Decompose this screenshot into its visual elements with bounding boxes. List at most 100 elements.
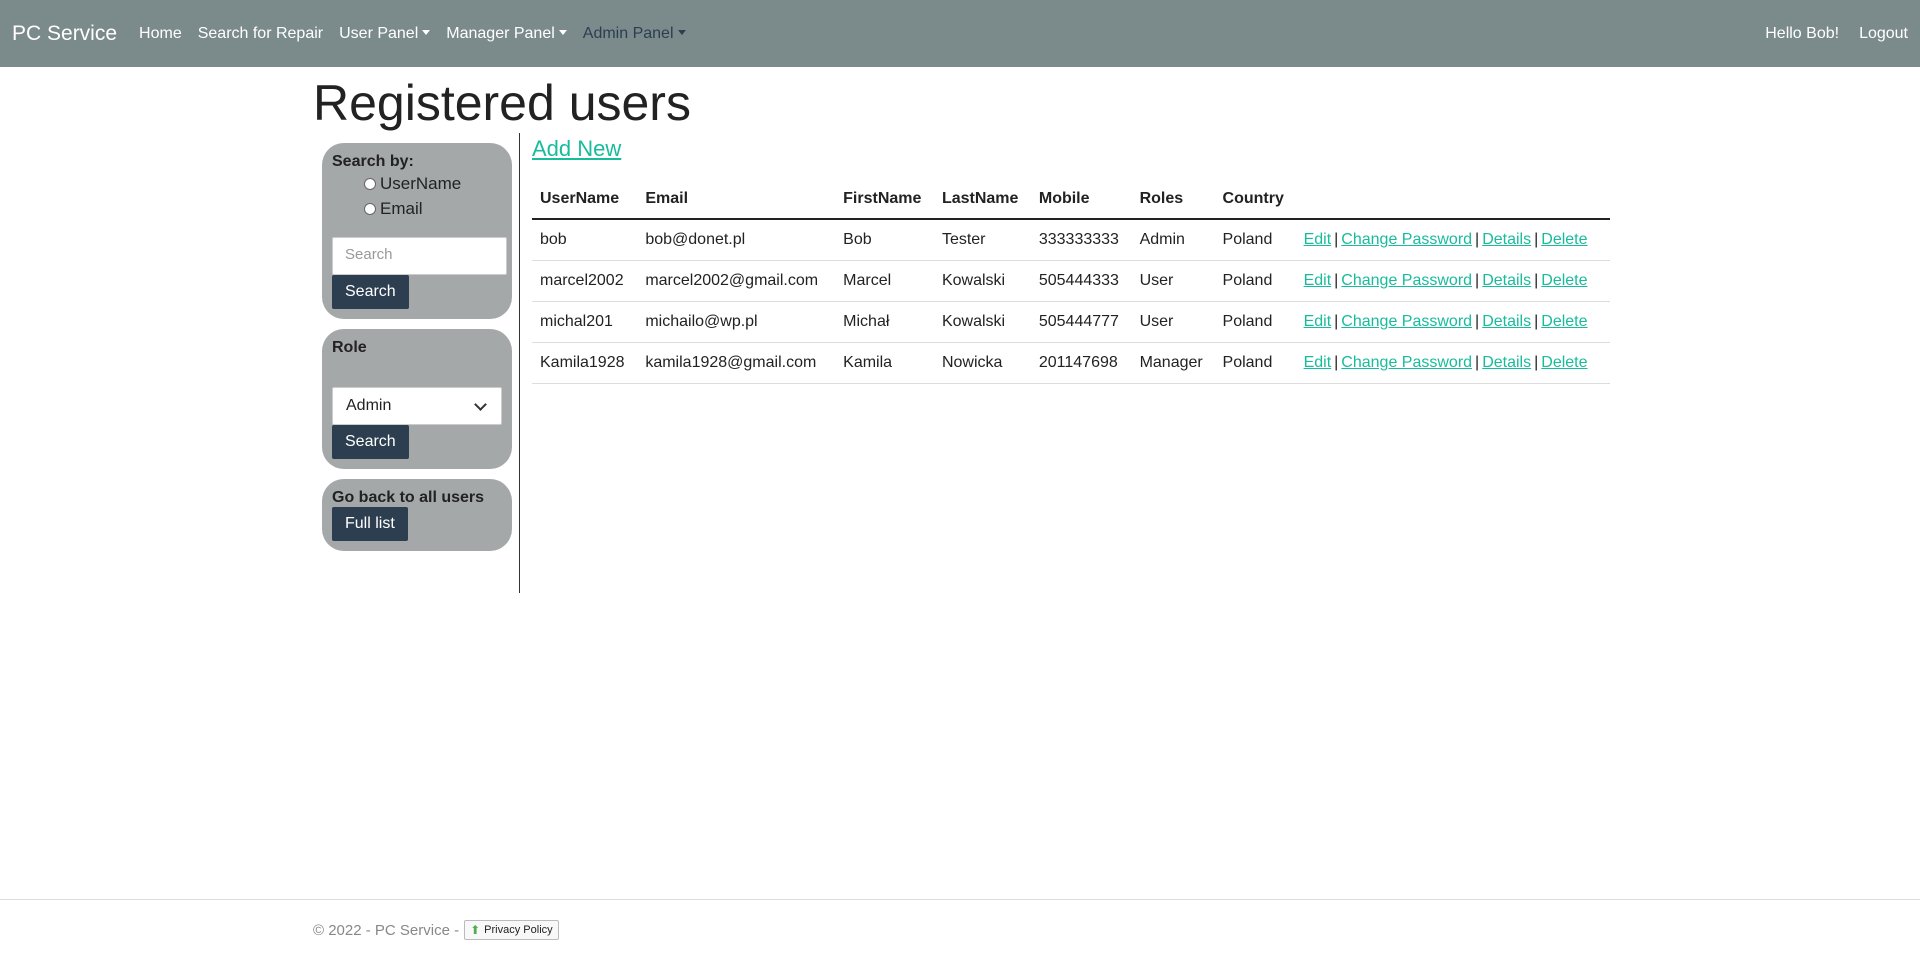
cell-mobile: 505444777 [1030,301,1132,343]
cell-firstname: Marcel [835,260,934,302]
delete-link[interactable]: Delete [1541,313,1587,330]
cell-actions: Edit | Change Password | Details | Delete [1295,260,1610,302]
delete-link[interactable]: Delete [1541,354,1587,371]
back-panel: Go back to all users Full list [322,479,512,551]
separator: | [1334,231,1339,248]
delete-link[interactable]: Delete [1541,231,1587,248]
separator: | [1334,313,1339,330]
cell-email: kamila1928@gmail.com [637,342,836,384]
radio-username-label: UserName [380,174,462,193]
cell-actions: Edit | Change Password | Details | Delete [1295,219,1610,261]
cell-email: marcel2002@gmail.com [637,260,836,302]
column-header: Mobile [1030,180,1132,220]
cell-actions: Edit | Change Password | Details | Delete [1295,301,1610,343]
nav-logout[interactable]: Logout [1859,25,1908,43]
cell-lastname: Nowicka [933,342,1031,384]
nav-home[interactable]: Home [139,25,182,43]
role-label: Role [332,339,367,356]
column-header: Country [1214,180,1296,220]
delete-link[interactable]: Delete [1541,272,1587,289]
nav-manager-panel[interactable]: Manager Panel [446,25,567,43]
cell-roles: User [1131,301,1215,343]
privacy-policy-button[interactable]: ⬆ Privacy Policy [464,920,559,940]
edit-link[interactable]: Edit [1304,313,1332,330]
table-row: bob bob@donet.pl Bob Tester 333333333 Ad… [532,219,1610,261]
cell-firstname: Bob [835,219,934,261]
brand-link[interactable]: PC Service [12,22,117,46]
change-password-link[interactable]: Change Password [1341,313,1472,330]
separator: | [1534,231,1539,248]
details-link[interactable]: Details [1482,272,1531,289]
nav-admin-panel[interactable]: Admin Panel [583,25,686,43]
cell-actions: Edit | Change Password | Details | Delete [1295,342,1610,384]
cell-firstname: Kamila [835,342,934,384]
cell-mobile: 201147698 [1030,342,1132,384]
nav-greeting[interactable]: Hello Bob! [1765,25,1839,43]
sidebar: Search by: UserName Email Search Search … [322,143,512,561]
radio-username-row[interactable]: UserName [364,171,502,196]
search-by-label: Search by: [332,153,414,170]
add-new-link[interactable]: Add New [532,136,621,162]
column-header: Roles [1131,180,1215,220]
separator: | [1475,272,1480,289]
footer-content: © 2022 - PC Service - ⬆ Privacy Policy [313,920,559,940]
edit-link[interactable]: Edit [1304,231,1332,248]
cell-mobile: 333333333 [1030,219,1132,261]
navbar: PC Service Home Search for Repair User P… [0,0,1920,67]
cell-country: Poland [1214,342,1296,384]
separator: | [1475,231,1480,248]
details-link[interactable]: Details [1482,231,1531,248]
cell-email: bob@donet.pl [637,219,836,261]
role-panel: Role Admin Search [322,329,512,469]
cell-lastname: Tester [933,219,1031,261]
nav-search-repair[interactable]: Search for Repair [198,25,323,43]
search-button[interactable]: Search [332,275,409,309]
separator: | [1475,354,1480,371]
change-password-link[interactable]: Change Password [1341,272,1472,289]
cell-username: marcel2002 [532,260,638,302]
back-label: Go back to all users [332,489,485,506]
role-select[interactable]: Admin [332,387,502,425]
full-list-button[interactable]: Full list [332,507,408,541]
separator: | [1534,313,1539,330]
cell-lastname: Kowalski [933,260,1031,302]
radio-email[interactable] [364,202,376,215]
radio-email-label: Email [380,199,423,218]
copyright-text: © 2022 - PC Service - [313,921,460,939]
cell-mobile: 505444333 [1030,260,1132,302]
page-title: Registered users [313,75,691,131]
separator: | [1475,313,1480,330]
cell-firstname: Michał [835,301,934,343]
search-input[interactable]: Search [332,237,507,275]
separator: | [1534,354,1539,371]
sidebar-divider [519,133,520,593]
change-password-link[interactable]: Change Password [1341,231,1472,248]
edit-link[interactable]: Edit [1304,354,1332,371]
details-link[interactable]: Details [1482,354,1531,371]
users-table: UserName Email FirstName LastName Mobile… [532,180,1610,384]
cell-roles: Admin [1131,219,1215,261]
cell-country: Poland [1214,219,1296,261]
table-row: Kamila1928 kamila1928@gmail.com Kamila N… [532,342,1610,384]
cell-country: Poland [1214,301,1296,343]
separator: | [1334,272,1339,289]
cell-username: michal201 [532,301,638,343]
radio-email-row[interactable]: Email [364,196,502,221]
cell-country: Poland [1214,260,1296,302]
cell-roles: Manager [1131,342,1215,384]
separator: | [1334,354,1339,371]
role-search-button[interactable]: Search [332,425,409,459]
table-header-row: UserName Email FirstName LastName Mobile… [532,180,1610,220]
cell-username: Kamila1928 [532,342,638,384]
column-header: UserName [532,180,638,220]
cell-roles: User [1131,260,1215,302]
table-row: marcel2002 marcel2002@gmail.com Marcel K… [532,260,1610,302]
nav-user-panel[interactable]: User Panel [339,25,430,43]
privacy-policy-label: Privacy Policy [484,924,553,936]
nav-right: Hello Bob! Logout [1745,25,1908,43]
radio-username[interactable] [364,177,376,190]
search-panel: Search by: UserName Email Search Search [322,143,512,319]
change-password-link[interactable]: Change Password [1341,354,1472,371]
edit-link[interactable]: Edit [1304,272,1332,289]
details-link[interactable]: Details [1482,313,1531,330]
